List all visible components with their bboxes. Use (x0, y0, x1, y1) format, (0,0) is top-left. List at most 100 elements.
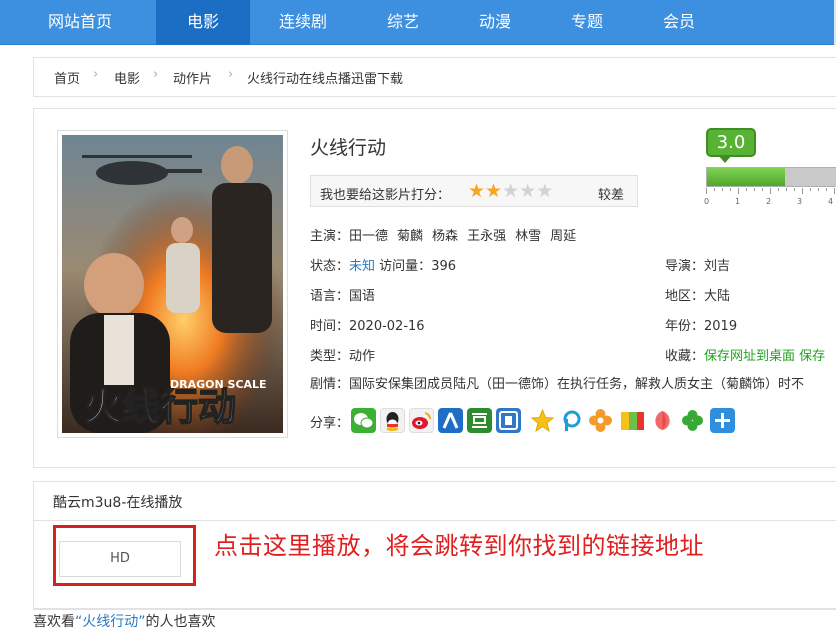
breadcrumb-movie[interactable]: 电影 (114, 68, 140, 87)
star-icon[interactable]: ★ (519, 181, 536, 201)
tieba-icon[interactable] (496, 408, 521, 433)
poster-subtitle: DRAGON SCALE (170, 378, 267, 391)
star-icon[interactable]: ★ (468, 181, 485, 201)
cast-name[interactable]: 田一德 (349, 229, 388, 244)
wechat-icon[interactable] (351, 408, 376, 433)
score-tick (834, 188, 835, 194)
douban-icon[interactable] (467, 408, 492, 433)
movie-poster[interactable]: 火线行动 DRAGON SCALE (62, 135, 283, 433)
rating-prompt: 我也要给这影片打分： (320, 188, 451, 203)
poster-art: 火线行动 DRAGON SCALE (62, 135, 283, 433)
language-label: 语言： (310, 289, 350, 304)
views-value: 396 (431, 259, 457, 274)
save-link[interactable]: 保存 (799, 349, 825, 364)
status-value: 未知 (349, 259, 376, 274)
color-blocks-icon[interactable] (620, 408, 645, 433)
date-row: 时间：2020-02-16 (310, 315, 425, 334)
favorite-label: 收藏： (665, 349, 705, 364)
score-tick (714, 188, 715, 191)
score-tick (810, 188, 811, 191)
play-source-title: 酷云m3u8-在线播放 (53, 495, 183, 511)
genre-label: 类型： (310, 349, 350, 364)
nav-item-home[interactable]: 网站首页 (33, 0, 127, 45)
breadcrumb-separator: › (228, 67, 234, 82)
rating-word: 较差 (598, 188, 625, 203)
score-badge-tail (718, 155, 732, 163)
score-tick (722, 188, 723, 191)
also-like-suffix: 的人也喜欢 (145, 614, 216, 630)
nav-item-variety[interactable]: 综艺 (356, 0, 450, 45)
star-icon[interactable]: ★ (485, 181, 502, 201)
status-row: 状态：未知 访问量：396 (310, 255, 456, 274)
movie-title: 火线行动 (310, 137, 387, 159)
weibo-icon[interactable] (409, 408, 434, 433)
year-label: 年份： (665, 319, 705, 334)
hd-play-button[interactable]: HD (59, 541, 181, 577)
score-scale: 0 1 2 3 4 (702, 197, 836, 209)
petal-icon[interactable] (650, 408, 675, 433)
score-scale-label: 4 (828, 197, 834, 206)
cast-name[interactable]: 周延 (550, 229, 576, 244)
star-icon[interactable]: ★ (536, 181, 553, 201)
breadcrumb-action[interactable]: 动作片 (173, 68, 212, 87)
director-row: 导演：刘吉 (665, 255, 730, 274)
year-row: 年份：2019 (665, 315, 737, 334)
play-hint-note: 点击这里播放，将会跳转到你找到的链接地址 (214, 532, 704, 560)
breadcrumb-current: 火线行动在线点播迅雷下载 (247, 72, 404, 87)
favorite-row: 收藏：保存网址到桌面 保存 (665, 345, 825, 364)
language-value: 国语 (349, 289, 376, 304)
cast-name[interactable]: 杨森 (432, 229, 458, 244)
score-tick (754, 188, 755, 191)
plus-share-icon[interactable] (710, 408, 735, 433)
score-tick (826, 188, 827, 191)
date-label: 时间： (310, 319, 350, 334)
score-tick (706, 188, 707, 194)
pengyou-icon[interactable] (559, 408, 584, 433)
cast-name[interactable]: 林雪 (515, 229, 541, 244)
director-value[interactable]: 刘吉 (704, 259, 730, 274)
poster-title-art: 火线行动 (84, 385, 236, 429)
nav-item-movie[interactable]: 电影 (156, 0, 250, 45)
clover-icon[interactable] (680, 408, 705, 433)
score-tick (762, 188, 763, 191)
cast-name[interactable]: 王永强 (467, 229, 506, 244)
qzone-icon[interactable] (530, 408, 555, 433)
nav-item-anime[interactable]: 动漫 (448, 0, 542, 45)
save-to-desktop-link[interactable]: 保存网址到桌面 (704, 349, 795, 364)
also-like-title[interactable]: “火线行动” (75, 614, 146, 630)
genre-row: 类型：动作 (310, 345, 375, 364)
cast-row: 主演：田一德 菊麟 杨森 王永强 林雪 周延 (310, 225, 576, 244)
score-scale-label: 1 (735, 197, 741, 206)
also-like-heading: 喜欢看“火线行动”的人也喜欢 (33, 611, 216, 630)
score-tick (730, 188, 731, 191)
score-scale-label: 3 (797, 197, 803, 206)
region-label: 地区： (665, 289, 705, 304)
director-label: 导演： (665, 259, 705, 274)
breadcrumb-home[interactable]: 首页 (54, 68, 80, 87)
also-like-prefix: 喜欢看 (33, 614, 75, 630)
qq-icon[interactable] (380, 408, 405, 433)
score-tick (770, 188, 771, 194)
flower-icon[interactable] (588, 408, 613, 433)
score-tick (818, 188, 819, 191)
score-tick (746, 188, 747, 191)
status-label: 状态： (310, 259, 350, 274)
views-label: 访问量： (379, 259, 432, 274)
year-value: 2019 (704, 319, 738, 334)
region-value: 大陆 (704, 289, 731, 304)
nav-item-topics[interactable]: 专题 (540, 0, 634, 45)
score-badge: 3.0 (706, 128, 756, 157)
score-ticks (706, 188, 836, 196)
section-divider (33, 609, 836, 610)
share-label: 分享： (310, 416, 350, 431)
breadcrumb-separator: › (153, 67, 159, 82)
cast-name[interactable]: 菊麟 (397, 229, 423, 244)
plot-row: 剧情：国际安保集团成员陆凡（田一德饰）在执行任务，解救人质女主（菊麟饰）时不 (310, 373, 836, 392)
nav-item-series[interactable]: 连续剧 (256, 0, 350, 45)
star-icon[interactable]: ★ (502, 181, 519, 201)
rating-stars: ★★★★★ (468, 181, 553, 201)
renren-icon[interactable] (438, 408, 463, 433)
plot-text: 国际安保集团成员陆凡（田一德饰）在执行任务，解救人质女主（菊麟饰）时不 (349, 377, 805, 392)
nav-item-vip[interactable]: 会员 (632, 0, 726, 45)
genre-value[interactable]: 动作 (349, 349, 375, 364)
